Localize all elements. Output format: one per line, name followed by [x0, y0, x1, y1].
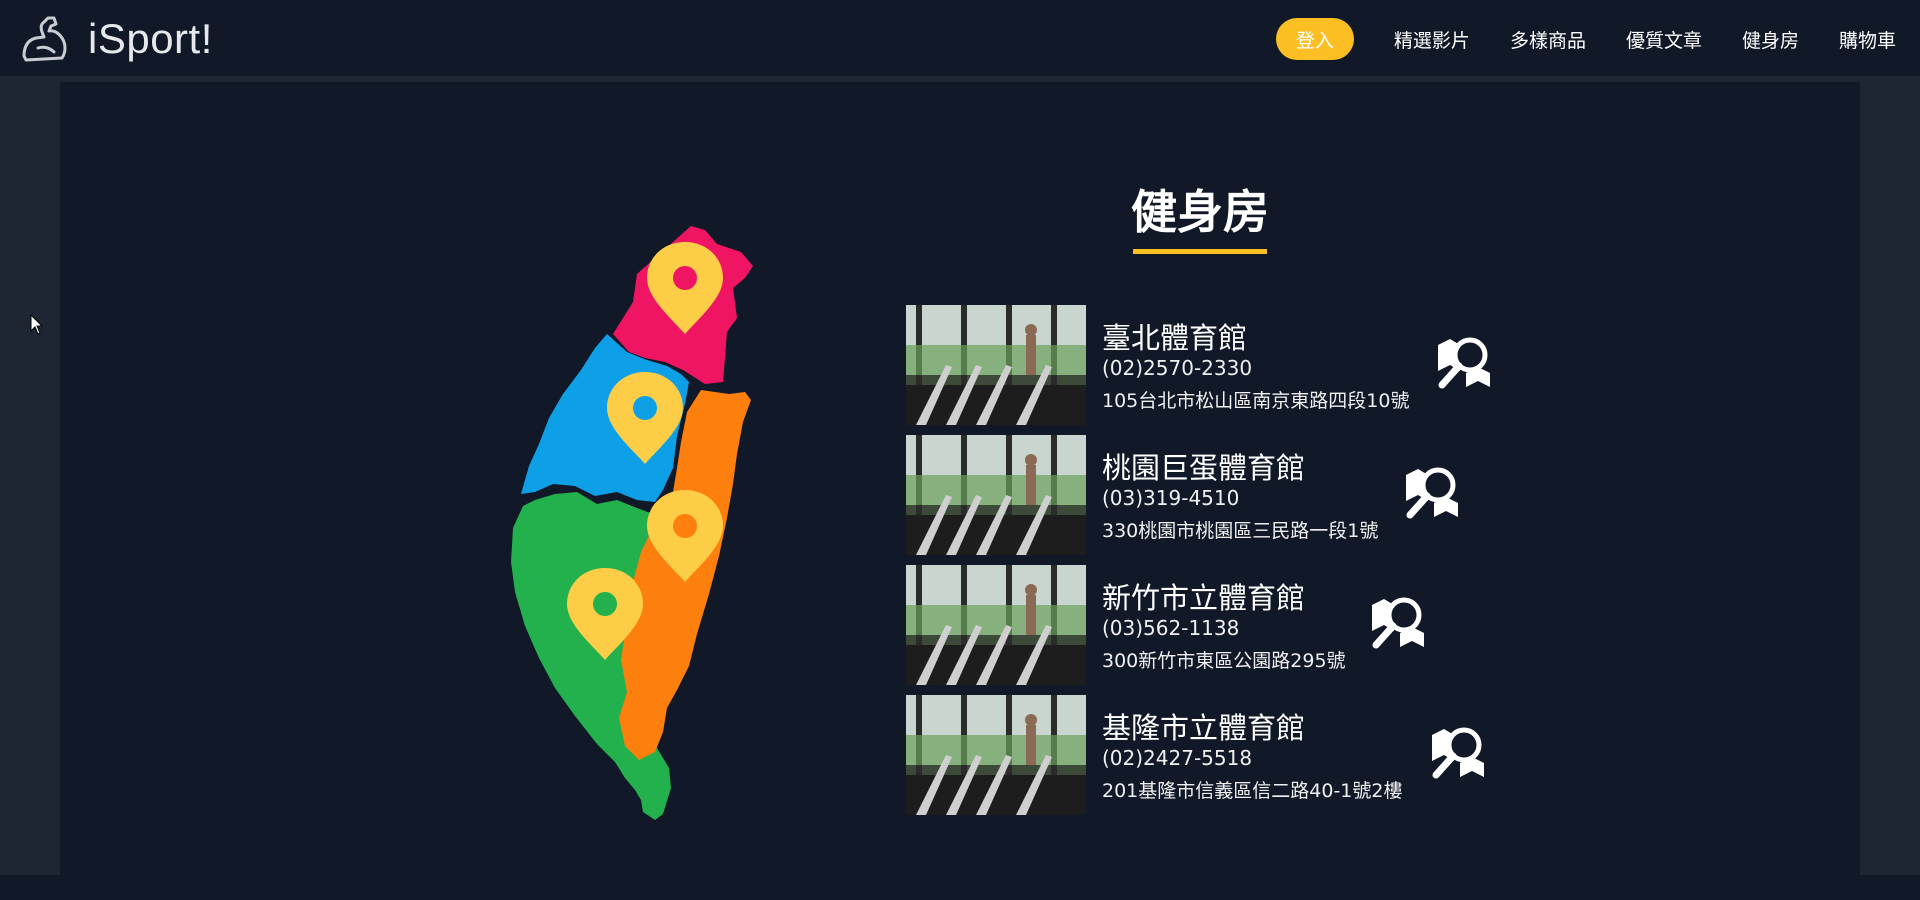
gym-photo [906, 565, 1086, 685]
treadmill-photo-image [906, 305, 1086, 425]
top-navbar: iSport! 登入 精選影片 多樣商品 優質文章 健身房 購物車 [0, 0, 1920, 77]
gym-phone: (02)2427-5518 [1102, 746, 1253, 770]
brand-name: iSport! [88, 15, 213, 62]
gym-phone: (03)562-1138 [1102, 616, 1240, 640]
gym-photo [906, 435, 1086, 555]
gym-address: 201基隆市信義區信二路40-1號2樓 [1102, 780, 1403, 802]
nav-link-videos[interactable]: 精選影片 [1394, 26, 1470, 53]
treadmill-photo-image [906, 435, 1086, 555]
gym-phone: (03)319-4510 [1102, 486, 1240, 510]
gym-phone: (02)2570-2330 [1102, 356, 1253, 380]
nav-link-cart[interactable]: 購物車 [1839, 26, 1896, 53]
gym-card-hsinchu[interactable]: 新竹市立體育館 (03)562-1138 300新竹市東區公園路295號 [906, 565, 1606, 685]
gym-name: 桃園巨蛋體育館 [1102, 451, 1306, 485]
gym-card-taoyuan[interactable]: 桃園巨蛋體育館 (03)319-4510 330桃園市桃園區三民路一段1號 [906, 435, 1606, 555]
page-title: 健身房 [1131, 185, 1269, 239]
title-underline [1133, 249, 1267, 254]
bottom-strip [0, 875, 1920, 900]
brand-logo[interactable]: iSport! [18, 12, 213, 66]
nav-menu: 登入 精選影片 多樣商品 優質文章 健身房 購物車 [1275, 18, 1896, 60]
map-search-icon[interactable] [1400, 461, 1464, 525]
gym-address: 105台北市松山區南京東路四段10號 [1102, 390, 1410, 412]
gym-name: 基隆市立體育館 [1102, 711, 1306, 745]
map-search-icon[interactable] [1426, 721, 1490, 785]
gym-card-keelung[interactable]: 基隆市立體育館 (02)2427-5518 201基隆市信義區信二路40-1號2… [906, 695, 1606, 815]
login-button[interactable]: 登入 [1275, 18, 1354, 60]
gym-photo [906, 695, 1086, 815]
map-search-icon[interactable] [1366, 591, 1430, 655]
mouse-cursor-icon [30, 314, 44, 335]
taiwan-map-icon[interactable] [505, 222, 830, 822]
map-search-icon[interactable] [1432, 331, 1496, 395]
gym-photo [906, 305, 1086, 425]
nav-link-products[interactable]: 多樣商品 [1510, 26, 1586, 53]
gym-name: 臺北體育館 [1102, 321, 1248, 355]
treadmill-photo-image [906, 565, 1086, 685]
flexed-arm-icon [22, 16, 67, 62]
nav-link-gyms[interactable]: 健身房 [1742, 26, 1799, 53]
gym-address: 330桃園市桃園區三民路一段1號 [1102, 520, 1379, 542]
gym-card-taipei[interactable]: 臺北體育館 (02)2570-2330 105台北市松山區南京東路四段10號 [906, 305, 1606, 425]
gym-name: 新竹市立體育館 [1102, 581, 1306, 615]
gym-address: 300新竹市東區公園路295號 [1102, 650, 1346, 672]
nav-link-articles[interactable]: 優質文章 [1626, 26, 1702, 53]
treadmill-photo-image [906, 695, 1086, 815]
gym-list: 臺北體育館 (02)2570-2330 105台北市松山區南京東路四段10號 桃… [906, 305, 1606, 825]
